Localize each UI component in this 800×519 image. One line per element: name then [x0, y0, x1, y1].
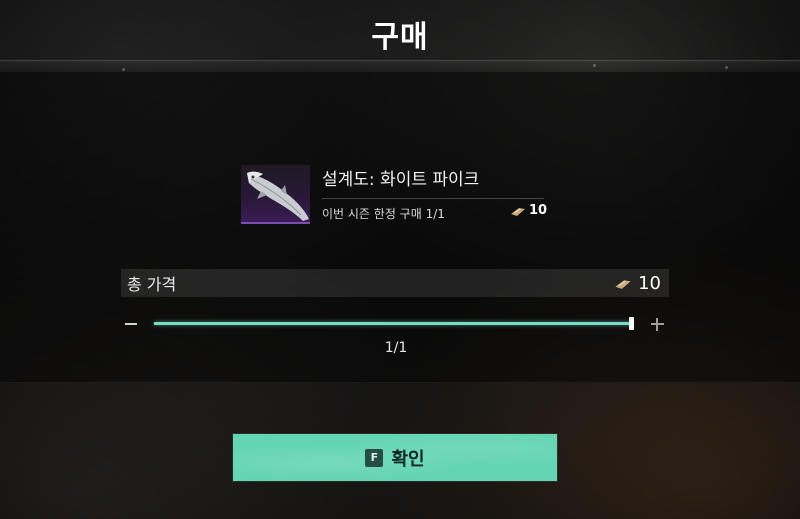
- increase-quantity-button[interactable]: [648, 314, 668, 334]
- quantity-slider-handle[interactable]: [629, 317, 634, 330]
- confirm-button[interactable]: F 확인: [233, 434, 557, 481]
- total-price-value: 10: [638, 272, 661, 294]
- purchase-limit-text: 이번 시즌 한정 구매 1/1: [322, 207, 445, 221]
- ingot-currency-icon: [615, 279, 631, 289]
- total-price: 10: [614, 273, 661, 294]
- item-name: 설계도: 화이트 파이크: [322, 170, 480, 190]
- item-price: 10: [510, 203, 547, 218]
- total-price-label: 총 가격: [127, 275, 177, 294]
- total-price-row: 총 가격 10: [121, 269, 669, 297]
- dialog-title: 구매: [371, 20, 429, 55]
- title-divider: [0, 60, 800, 71]
- item-thumbnail: [241, 165, 310, 224]
- item-price-value: 10: [529, 203, 548, 218]
- purchase-panel: [0, 72, 800, 383]
- item-divider: [322, 198, 544, 199]
- quantity-slider[interactable]: [154, 317, 634, 330]
- white-pike-fish-icon: [247, 171, 309, 221]
- keybind-badge: F: [365, 448, 384, 467]
- decrease-quantity-button[interactable]: [122, 314, 140, 334]
- ingot-currency-icon: [511, 207, 525, 216]
- quantity-slider-fill: [154, 322, 632, 325]
- quantity-text: 1/1: [384, 340, 408, 356]
- confirm-label: 확인: [391, 448, 425, 470]
